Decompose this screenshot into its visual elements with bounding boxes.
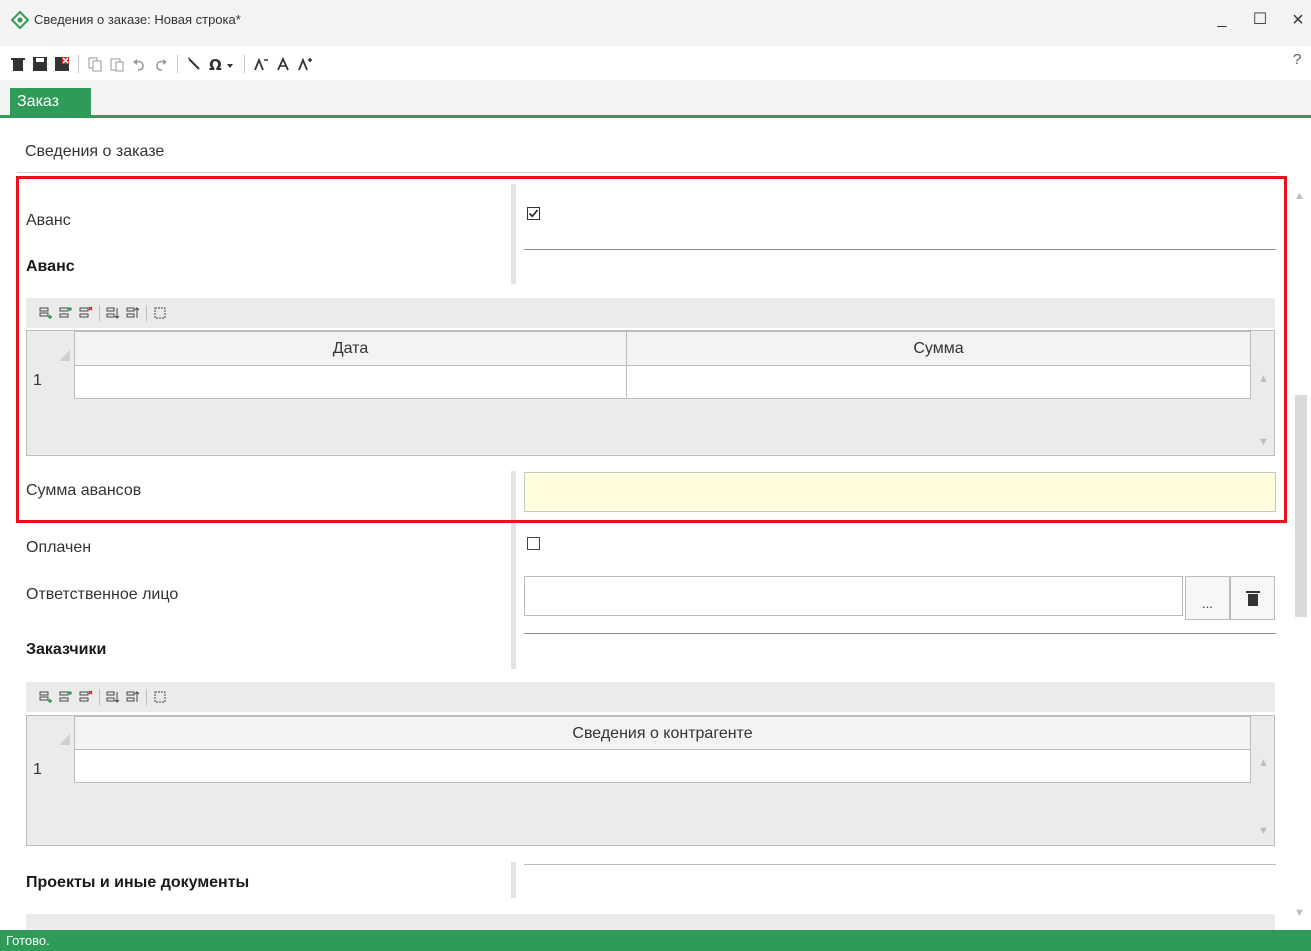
scroll-up-icon[interactable]: ▲: [1258, 757, 1269, 769]
add-row-icon[interactable]: [39, 690, 53, 704]
main-toolbar: Ω: [10, 52, 313, 76]
delete-row-icon[interactable]: [79, 690, 93, 704]
redo-icon[interactable]: [153, 56, 169, 72]
app-icon: [10, 10, 30, 30]
form-scroll-thumb[interactable]: [1295, 395, 1307, 617]
close-button[interactable]: ×: [1287, 9, 1309, 31]
tab-strip: [0, 80, 1311, 118]
projects-heading: Проекты и иные документы: [26, 874, 250, 891]
oplachen-label: Оплачен: [26, 539, 92, 556]
font-reset-icon[interactable]: [275, 56, 291, 72]
section-divider: [17, 172, 1277, 173]
font-increase-icon[interactable]: [297, 56, 313, 72]
projects-grid-toolbar: [26, 914, 1275, 930]
move-row-up-icon[interactable]: [126, 690, 140, 704]
scroll-down-icon[interactable]: ▼: [1258, 825, 1269, 837]
toolbar-separator: [244, 55, 245, 73]
column-header-counterparty[interactable]: Сведения о контрагенте: [74, 716, 1251, 750]
copy-icon[interactable]: [87, 56, 103, 72]
maximize-button[interactable]: ☐: [1249, 9, 1271, 31]
grid-corner: [59, 734, 70, 745]
field-underline: [524, 864, 1276, 865]
field-underline: [524, 633, 1276, 634]
special-chars-icon[interactable]: Ω: [208, 56, 236, 72]
font-decrease-icon[interactable]: [253, 56, 269, 72]
trash-icon: [1245, 591, 1260, 606]
toolbar-separator: [78, 55, 79, 73]
fit-columns-icon[interactable]: [153, 690, 167, 704]
highlight-frame: [16, 176, 1287, 523]
save-icon[interactable]: [32, 56, 48, 72]
cell-counterparty[interactable]: [74, 749, 1251, 783]
form-scroll-down-icon[interactable]: ▼: [1294, 907, 1305, 919]
zakazchiki-grid-toolbar: [26, 682, 1275, 712]
form-scroll-up-icon[interactable]: ▲: [1294, 190, 1305, 202]
oplachen-checkbox[interactable]: [527, 537, 540, 550]
delete-icon[interactable]: [10, 56, 26, 72]
insert-row-icon[interactable]: [59, 690, 73, 704]
move-row-down-icon[interactable]: [106, 690, 120, 704]
status-bar: Готово.: [0, 930, 1311, 951]
column-divider: [511, 862, 516, 898]
zakazchiki-heading: Заказчики: [26, 641, 107, 658]
toolbar-separator: [177, 55, 178, 73]
row-number: 1: [33, 761, 42, 778]
magic-wand-icon[interactable]: [186, 56, 202, 72]
toolbar-separator: [146, 689, 147, 705]
responsible-label: Ответственное лицо: [26, 586, 179, 603]
undo-icon[interactable]: [131, 56, 147, 72]
browse-button[interactable]: ...: [1185, 576, 1230, 620]
window-title: Сведения о заказе: Новая строка*: [34, 12, 241, 27]
save-close-icon[interactable]: [54, 56, 70, 72]
svg-text:Ω: Ω: [209, 56, 222, 72]
section-title: Сведения о заказе: [25, 143, 165, 160]
responsible-input[interactable]: [524, 576, 1183, 616]
minimize-button[interactable]: _: [1211, 9, 1233, 31]
tab-zakaz[interactable]: Заказ: [10, 88, 91, 116]
toolbar-separator: [99, 689, 100, 705]
clear-button[interactable]: [1230, 576, 1275, 620]
help-button[interactable]: ?: [1293, 51, 1301, 68]
paste-icon[interactable]: [109, 56, 125, 72]
